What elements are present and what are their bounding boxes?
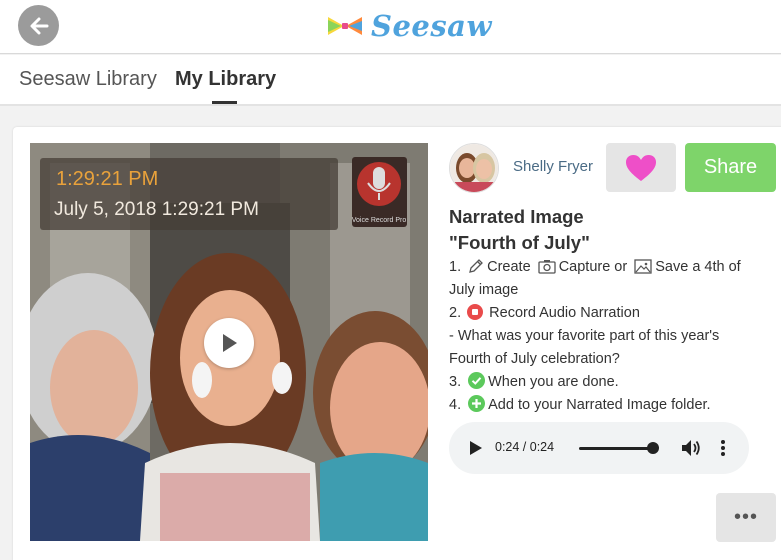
library-tabs: Seesaw Library My Library bbox=[0, 55, 781, 106]
instruction-step-4: 4. Add to your Narrated Image folder. bbox=[449, 395, 711, 413]
like-button[interactable] bbox=[606, 143, 676, 192]
arrow-left-icon bbox=[30, 17, 48, 34]
logo-text: Seesaw bbox=[371, 9, 492, 43]
voice-record-pro-label: Voice Record Pro bbox=[351, 217, 407, 224]
check-circle-icon bbox=[468, 372, 486, 389]
activity-title: Narrated Image "Fourth of July" bbox=[449, 204, 590, 256]
audio-progress-track[interactable] bbox=[579, 447, 655, 450]
audio-progress-knob[interactable] bbox=[647, 442, 659, 454]
tab-my-library[interactable]: My Library bbox=[175, 68, 276, 91]
volume-icon[interactable] bbox=[681, 439, 701, 457]
record-icon bbox=[467, 304, 484, 320]
timestamp-time: 1:29:21 PM bbox=[56, 168, 159, 190]
add-circle-icon bbox=[468, 395, 486, 412]
title-line-1: Narrated Image bbox=[449, 206, 584, 227]
active-tab-indicator bbox=[212, 101, 237, 104]
camera-icon bbox=[538, 260, 556, 274]
author-avatar bbox=[449, 143, 499, 193]
instruction-step-3: 3. When you are done. bbox=[449, 372, 619, 390]
top-bar: Seesaw bbox=[0, 0, 781, 54]
play-icon bbox=[223, 334, 237, 352]
play-button[interactable] bbox=[204, 318, 254, 368]
pencil-icon bbox=[469, 259, 484, 273]
audio-play-icon[interactable] bbox=[469, 440, 483, 456]
audio-player: 0:24 / 0:24 bbox=[449, 422, 749, 474]
image-icon bbox=[634, 259, 652, 274]
instruction-step-1-cont: July image bbox=[449, 282, 519, 298]
question-line-1: - What was your favorite part of this ye… bbox=[449, 328, 720, 344]
audio-time: 0:24 / 0:24 bbox=[495, 440, 555, 454]
heart-icon bbox=[626, 154, 656, 181]
microphone-icon bbox=[357, 162, 401, 206]
more-options-button[interactable]: ••• bbox=[716, 493, 776, 542]
author-name[interactable]: Shelly Fryer bbox=[513, 158, 593, 175]
seesaw-logo: Seesaw bbox=[327, 8, 492, 44]
instruction-step-1: 1. Create Capture or Save a 4th of bbox=[449, 259, 741, 275]
tab-seesaw-library[interactable]: Seesaw Library bbox=[19, 68, 157, 91]
share-button[interactable]: Share bbox=[685, 143, 776, 192]
seesaw-bowtie-icon bbox=[328, 17, 362, 35]
back-button[interactable] bbox=[18, 5, 59, 46]
audio-more-icon[interactable] bbox=[720, 439, 726, 457]
title-line-2: "Fourth of July" bbox=[449, 232, 590, 253]
question-line-2: Fourth of July celebration? bbox=[449, 351, 620, 367]
timestamp-date: July 5, 2018 1:29:21 PM bbox=[54, 199, 259, 220]
instruction-step-2: 2. Record Audio Narration bbox=[449, 304, 640, 321]
